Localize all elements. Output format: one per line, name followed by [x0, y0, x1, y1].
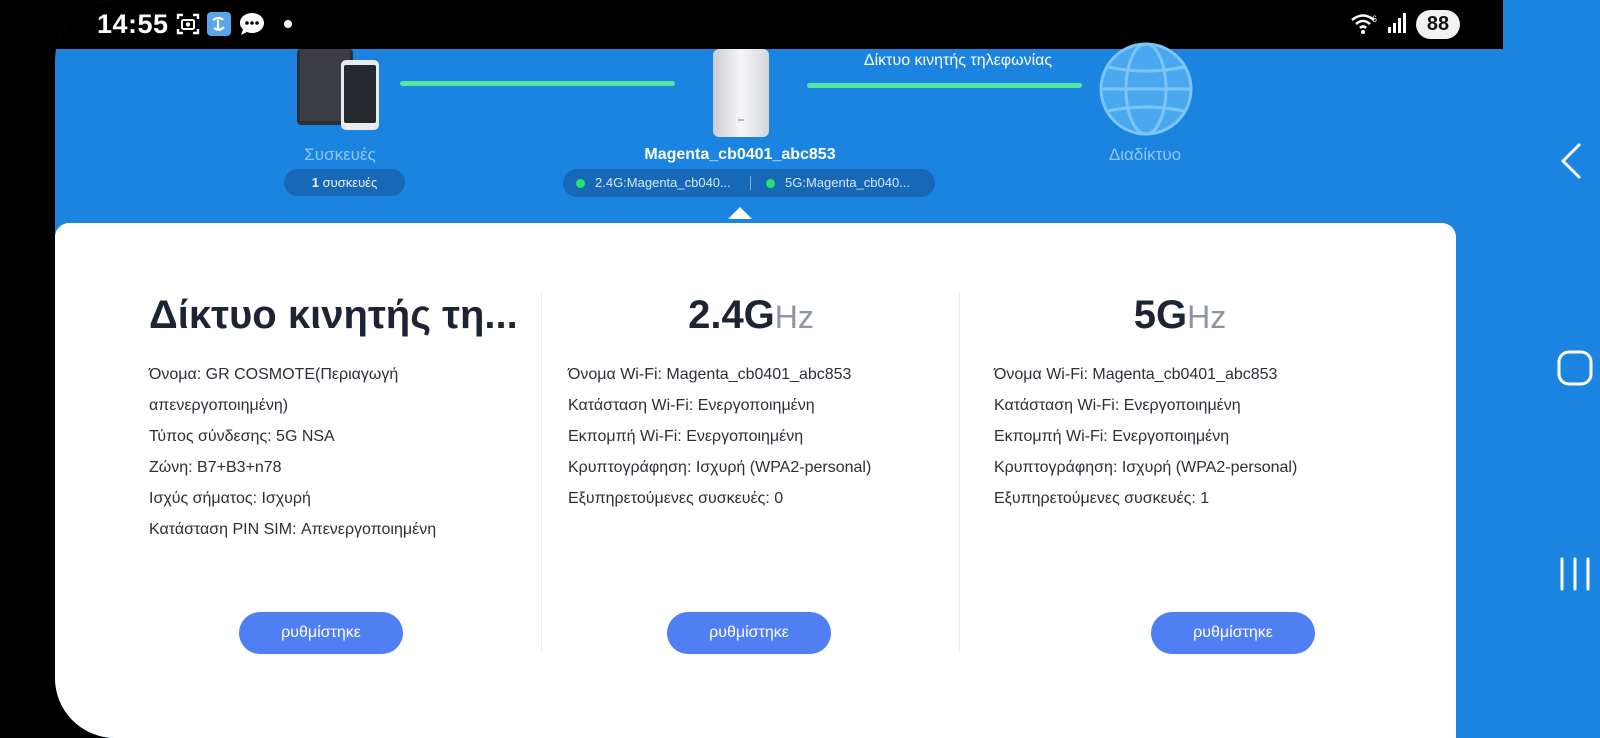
- wifi-24-settings-button[interactable]: ρυθμίστηκε: [667, 612, 831, 654]
- mobile-network-title: Δίκτυο κινητής τη...: [149, 293, 518, 337]
- devices-label: Συσκευές: [304, 145, 376, 164]
- signal-icon: [1388, 13, 1406, 33]
- mobile-info-line: Ισχύς σήματος: Ισχυρή: [149, 490, 311, 507]
- wifi-24-info: Όνομα Wi-Fi: Magenta_cb0401_abc853 Κατάσ…: [568, 359, 871, 514]
- screenshot-icon: [176, 13, 200, 35]
- ssid-5-label: 5G:Magenta_cb040...: [785, 175, 911, 190]
- router-icon[interactable]: [710, 49, 772, 137]
- wifi-5-info-line: Κρυπτογράφηση: Ισχυρή (WPA2-personal): [994, 459, 1298, 476]
- wifi-24-info-line: Εκπομπή Wi-Fi: Ενεργοποιημένη: [568, 428, 804, 445]
- wifi-icon: 6: [1351, 14, 1377, 34]
- ssid-5-status-dot: [766, 179, 775, 188]
- wifi-5-title-unit: Hz: [1187, 299, 1227, 335]
- devices-icon[interactable]: [295, 49, 385, 134]
- devices-count: 1: [311, 175, 319, 190]
- wifi-24-info-line: Όνομα Wi-Fi: Magenta_cb0401_abc853: [568, 366, 852, 383]
- back-icon[interactable]: [1557, 142, 1585, 180]
- wifi-5-settings-button[interactable]: ρυθμίστηκε: [1151, 612, 1315, 654]
- wifi-24-title-main: 2.4G: [688, 293, 775, 337]
- selection-pointer: [728, 207, 752, 219]
- battery-indicator: 88: [1416, 10, 1460, 39]
- wifi-5-info-line: Όνομα Wi-Fi: Magenta_cb0401_abc853: [994, 366, 1278, 383]
- mobile-info-line: Όνομα: GR COSMOTE(Περιαγωγή: [149, 366, 399, 383]
- wifi-24-info-line: Κρυπτογράφηση: Ισχυρή (WPA2-personal): [568, 459, 872, 476]
- mobile-network-settings-button[interactable]: ρυθμίστηκε: [239, 612, 403, 654]
- wifi-24-section: 2.4GHz Όνομα Wi-Fi: Magenta_cb0401_abc85…: [542, 223, 960, 654]
- wifi-5-title-main: 5G: [1133, 293, 1188, 337]
- svg-text:6: 6: [1372, 14, 1377, 24]
- wifi-5-info-line: Κατάσταση Wi-Fi: Ενεργοποιημένη: [994, 397, 1241, 414]
- mobile-network-link-label: Δίκτυο κινητής τηλεφωνίας: [863, 52, 1053, 69]
- chat-icon: [240, 13, 264, 35]
- recents-icon[interactable]: [1557, 556, 1593, 592]
- wifi-5-info-line: Εκπομπή Wi-Fi: Ενεργοποιημένη: [994, 428, 1230, 445]
- wifi-24-title-unit: Hz: [774, 299, 814, 335]
- navigation-bar: [1503, 0, 1600, 738]
- mobile-info-line: απενεργοποιημένη): [149, 397, 289, 414]
- ssid-24-status-dot: [576, 179, 585, 188]
- devices-router-link: [400, 81, 675, 86]
- phone-frame: 14:55 6 88 Δίκτυο κινητής τηλεφωνίας Συσ…: [0, 0, 1600, 738]
- dot-icon: [284, 20, 292, 28]
- wifi-5-info: Όνομα Wi-Fi: Magenta_cb0401_abc853 Κατάσ…: [994, 359, 1297, 514]
- wifi-5-info-line: Εξυπηρετούμενες συσκευές: 1: [994, 490, 1210, 507]
- devices-count-suffix: συσκευές: [319, 175, 378, 190]
- status-bar: 14:55 6 88: [55, 0, 1503, 49]
- ssid-separator: [750, 176, 751, 190]
- mobile-network-section: Δίκτυο κινητής τη... Όνομα: GR COSMOTE(Π…: [55, 223, 530, 654]
- app-screen: 14:55 6 88 Δίκτυο κινητής τηλεφωνίας Συσ…: [55, 0, 1600, 738]
- network-topology: Δίκτυο κινητής τηλεφωνίας Συσκευές 1 συσ…: [55, 42, 1503, 224]
- wifi-24-title: 2.4GHz: [542, 293, 960, 338]
- app-badge-icon: [207, 12, 231, 36]
- details-card: Δίκτυο κινητής τη... Όνομα: GR COSMOTE(Π…: [55, 223, 1456, 738]
- devices-count-pill[interactable]: 1 συσκευές: [284, 169, 405, 196]
- wifi-5-title: 5GHz: [960, 293, 1400, 338]
- mobile-info-line: Τύπος σύνδεσης: 5G NSA: [149, 428, 335, 445]
- router-internet-link: [807, 83, 1082, 88]
- ssid-24-label: 2.4G:Magenta_cb040...: [595, 175, 731, 190]
- router-name: Magenta_cb0401_abc853: [644, 146, 836, 163]
- status-clock: 14:55: [97, 9, 169, 39]
- mobile-info-line: Κατάσταση PIN SIM: Απενεργοποιημένη: [149, 521, 437, 538]
- home-icon[interactable]: [1557, 350, 1593, 386]
- wifi-24-info-line: Εξυπηρετούμενες συσκευές: 0: [568, 490, 784, 507]
- ssid-pill[interactable]: 2.4G:Magenta_cb040... 5G:Magenta_cb040..…: [563, 169, 935, 197]
- mobile-info-line: Ζώνη: B7+B3+n78: [149, 459, 282, 476]
- internet-label: Διαδίκτυο: [1108, 145, 1182, 164]
- internet-globe-icon[interactable]: [1098, 41, 1194, 137]
- mobile-network-info: Όνομα: GR COSMOTE(Περιαγωγή απενεργοποιη…: [149, 359, 436, 545]
- wifi-5-section: 5GHz Όνομα Wi-Fi: Magenta_cb0401_abc853 …: [960, 223, 1400, 654]
- wifi-24-info-line: Κατάσταση Wi-Fi: Ενεργοποιημένη: [568, 397, 815, 414]
